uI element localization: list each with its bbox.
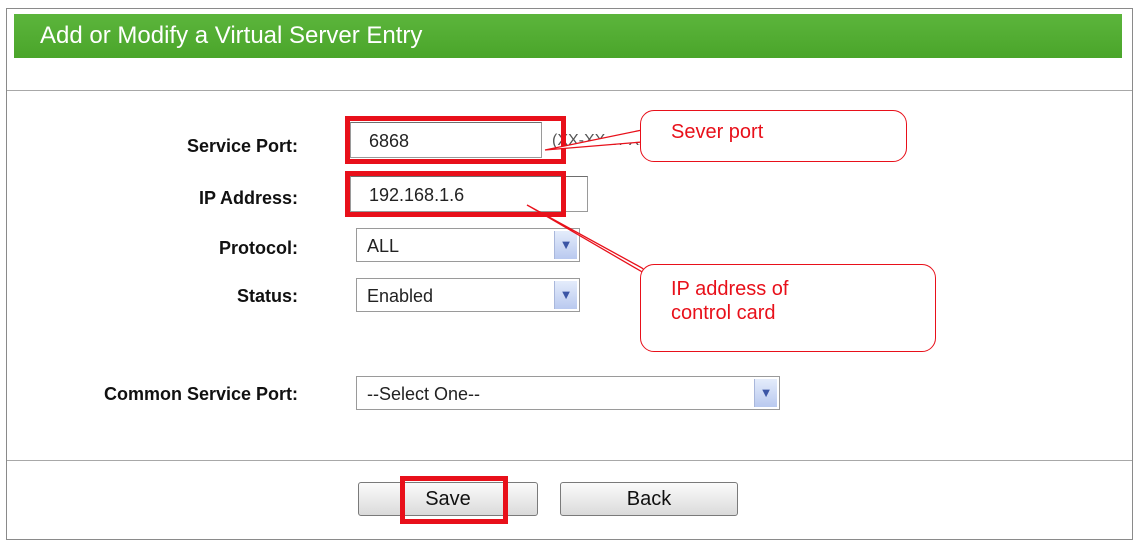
chevron-down-icon[interactable]: ▼ <box>754 379 777 407</box>
status-select[interactable]: Enabled ▼ <box>356 278 580 312</box>
page-title: Add or Modify a Virtual Server Entry <box>40 22 423 49</box>
common-service-port-select[interactable]: --Select One-- ▼ <box>356 376 780 410</box>
save-button-highlight <box>400 476 508 524</box>
protocol-selected-value: ALL <box>367 236 400 256</box>
status-selected-value: Enabled <box>367 286 434 306</box>
protocol-select[interactable]: ALL ▼ <box>356 228 580 262</box>
top-divider <box>7 90 1132 91</box>
ip-callout-line-2: control card <box>671 302 776 324</box>
service-port-highlight <box>345 116 566 164</box>
common-service-port-selected-value: --Select One-- <box>367 384 481 404</box>
status-label: Status: <box>236 286 298 306</box>
section-header: Add or Modify a Virtual Server Entry <box>14 14 1122 58</box>
protocol-label: Protocol: <box>219 238 298 258</box>
ip-address-highlight <box>345 171 566 217</box>
ip-callout-line-1: IP address of <box>671 278 789 300</box>
chevron-down-icon[interactable]: ▼ <box>554 281 577 309</box>
chevron-down-icon[interactable]: ▼ <box>554 231 577 259</box>
ip-address-label: IP Address: <box>198 188 298 208</box>
server-port-callout-text: Sever port <box>671 121 764 143</box>
ip-address-callout: IP address of control card <box>640 264 936 352</box>
service-port-label: Service Port: <box>186 136 298 156</box>
back-button[interactable]: Back <box>560 482 738 516</box>
server-port-callout: Sever port <box>640 110 907 162</box>
common-service-port-label: Common Service Port: <box>103 384 298 404</box>
bottom-divider <box>7 460 1132 461</box>
